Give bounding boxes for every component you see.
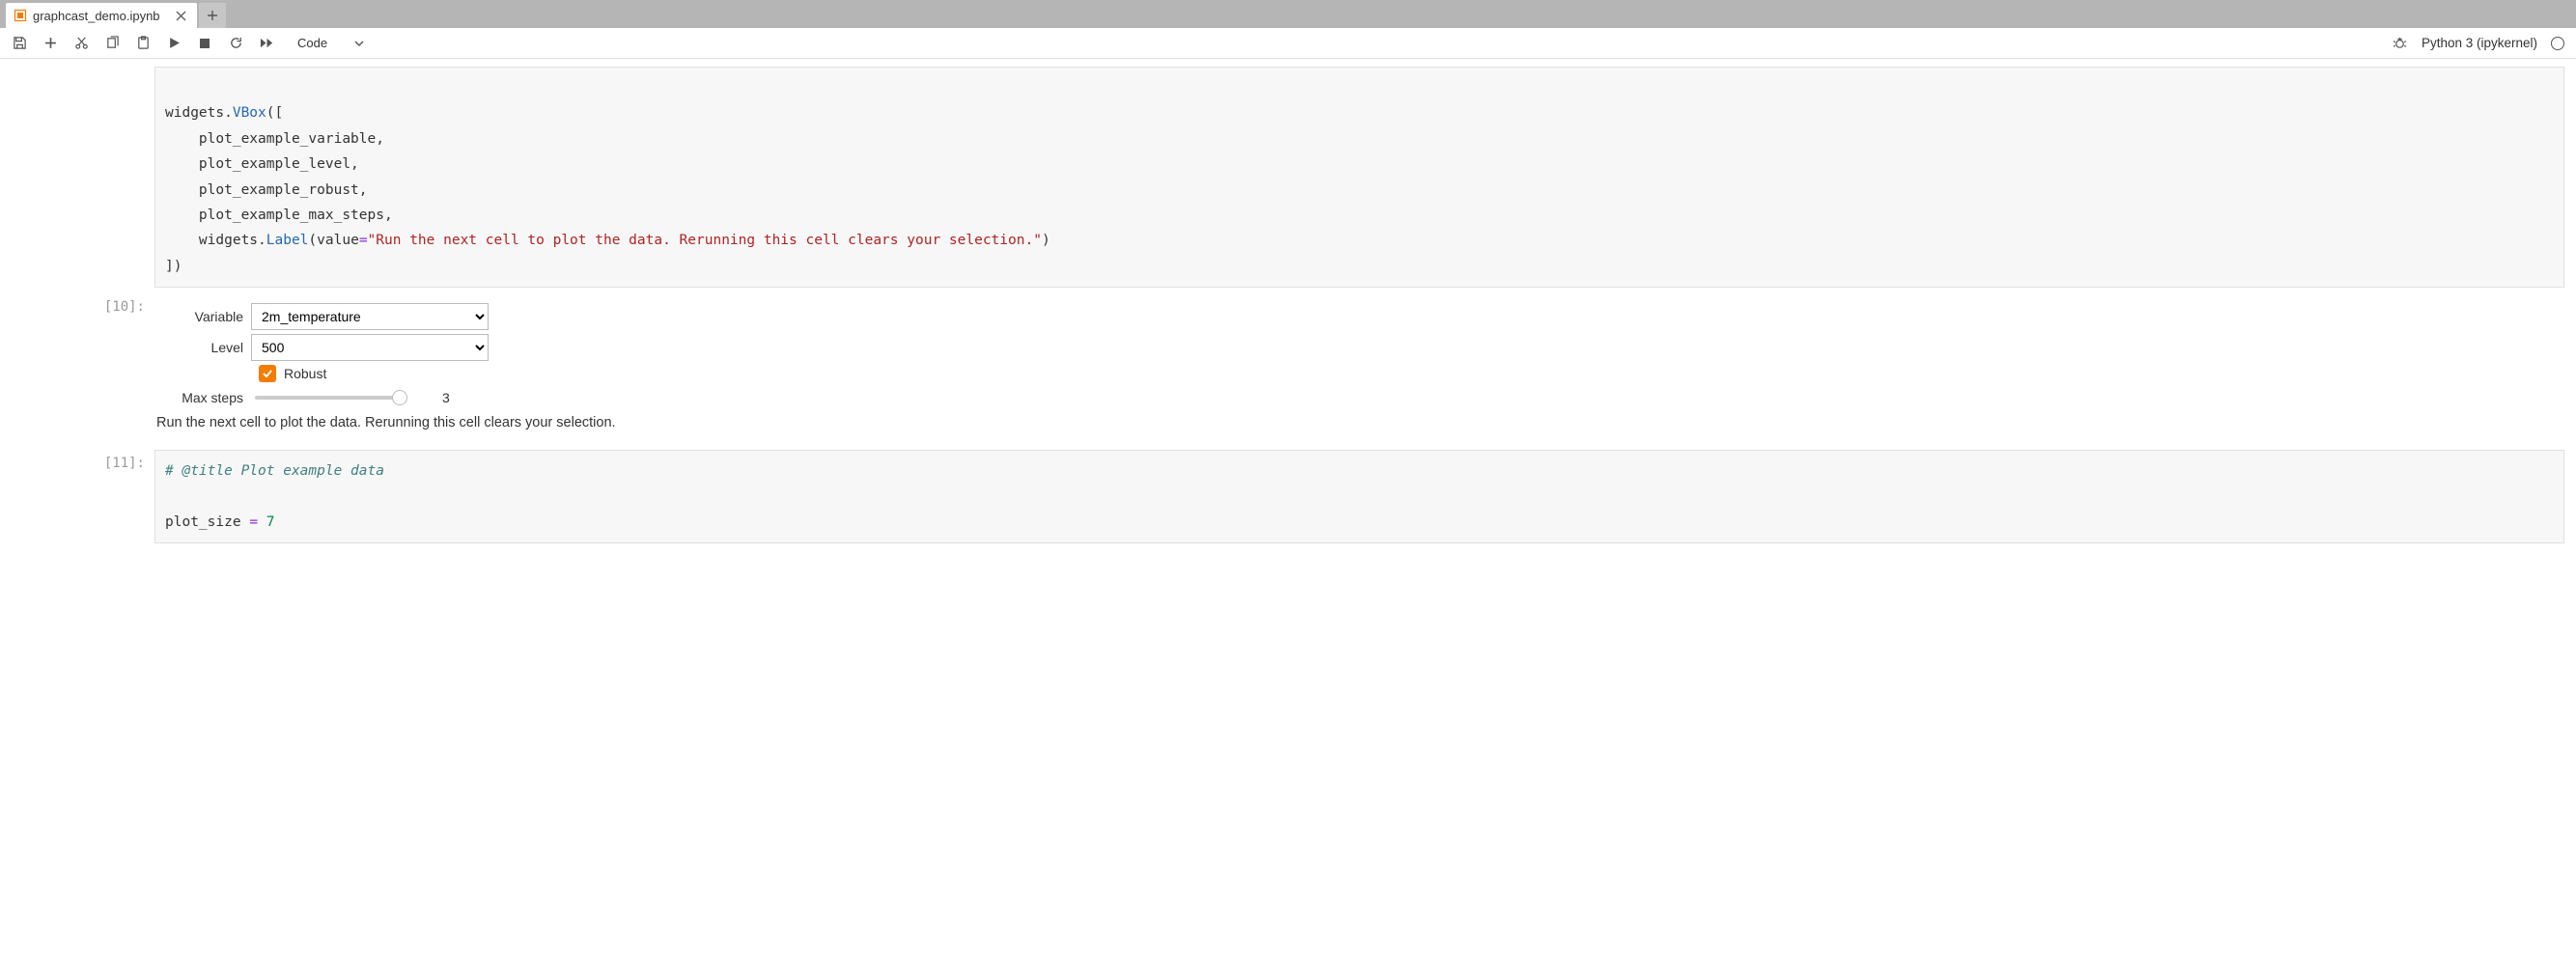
robust-checkbox[interactable] bbox=[259, 365, 276, 382]
toolbar: Code Python 3 (ipykernel) bbox=[0, 28, 2576, 59]
bug-icon[interactable] bbox=[2393, 36, 2408, 51]
cut-icon[interactable] bbox=[73, 36, 89, 51]
level-row: Level 500 bbox=[154, 334, 2564, 361]
maxsteps-slider[interactable] bbox=[255, 396, 400, 400]
maxsteps-value: 3 bbox=[442, 390, 450, 405]
input-prompt: [11]: bbox=[12, 450, 154, 543]
chevron-down-icon bbox=[354, 41, 364, 46]
kernel-status-icon[interactable] bbox=[2551, 37, 2564, 50]
tab-title: graphcast_demo.ipynb bbox=[33, 9, 160, 23]
run-icon[interactable] bbox=[166, 36, 182, 51]
maxsteps-row: Max steps 3 bbox=[154, 390, 2564, 405]
stop-icon[interactable] bbox=[197, 36, 212, 51]
output-prompt: [10]: bbox=[12, 293, 154, 440]
output-cell: [10]: Variable 2m_temperature Level 500 … bbox=[0, 293, 2576, 440]
input-prompt bbox=[12, 67, 154, 288]
variable-label: Variable bbox=[154, 309, 251, 324]
kernel-name[interactable]: Python 3 (ipykernel) bbox=[2422, 36, 2537, 50]
notebook-area[interactable]: widgets.VBox([ plot_example_variable, pl… bbox=[0, 59, 2576, 971]
code-editor[interactable]: # @title Plot example data plot_size = 7 bbox=[154, 450, 2564, 543]
code-cell: [11]: # @title Plot example data plot_si… bbox=[0, 450, 2576, 543]
notebook-icon bbox=[14, 9, 27, 22]
widget-info-label: Run the next cell to plot the data. Reru… bbox=[156, 415, 2564, 430]
tab-bar: graphcast_demo.ipynb bbox=[0, 0, 2576, 28]
level-label: Level bbox=[154, 340, 251, 355]
restart-icon[interactable] bbox=[228, 36, 243, 51]
save-icon[interactable] bbox=[12, 36, 27, 51]
add-tab-button[interactable] bbox=[199, 3, 226, 28]
paste-icon[interactable] bbox=[135, 36, 151, 51]
add-cell-icon[interactable] bbox=[42, 36, 58, 51]
robust-label: Robust bbox=[284, 366, 326, 381]
close-icon[interactable] bbox=[174, 8, 189, 23]
widget-output: Variable 2m_temperature Level 500 Robust… bbox=[154, 293, 2564, 440]
notebook-tab[interactable]: graphcast_demo.ipynb bbox=[6, 3, 197, 28]
code-cell: widgets.VBox([ plot_example_variable, pl… bbox=[0, 67, 2576, 288]
variable-row: Variable 2m_temperature bbox=[154, 303, 2564, 330]
copy-icon[interactable] bbox=[104, 36, 120, 51]
robust-row: Robust bbox=[154, 365, 2564, 382]
level-select[interactable]: 500 bbox=[251, 334, 489, 361]
cell-type-select[interactable]: Code bbox=[290, 34, 372, 52]
cell-type-label: Code bbox=[297, 36, 327, 50]
run-all-icon[interactable] bbox=[259, 36, 274, 51]
slider-thumb[interactable] bbox=[392, 390, 407, 405]
maxsteps-label: Max steps bbox=[154, 390, 251, 405]
code-editor[interactable]: widgets.VBox([ plot_example_variable, pl… bbox=[154, 67, 2564, 288]
variable-select[interactable]: 2m_temperature bbox=[251, 303, 489, 330]
